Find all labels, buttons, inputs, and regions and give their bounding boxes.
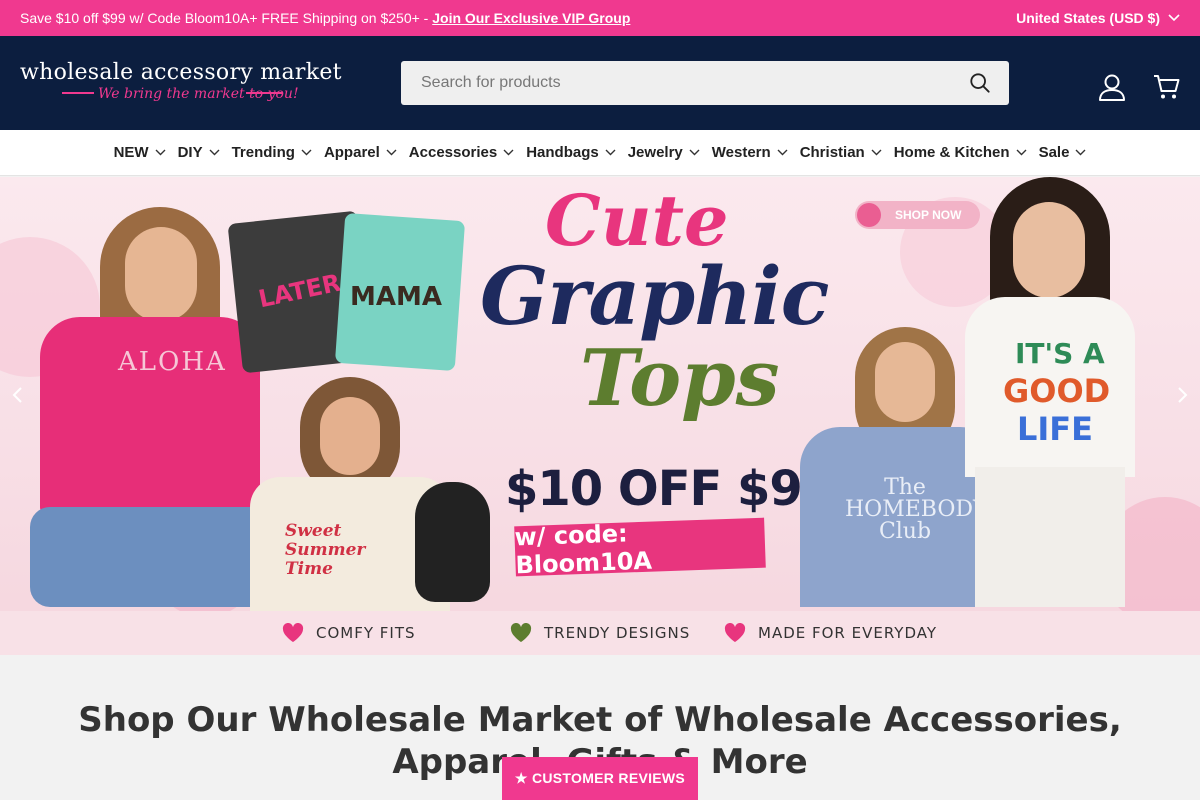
logo-title: wholesale accessory market: [20, 60, 342, 85]
country-selector[interactable]: United States (USD $): [1016, 10, 1180, 26]
tee-aloha-text: ALOHA: [118, 347, 227, 377]
nav-item-label: Sale: [1038, 144, 1070, 161]
feature-trendy: TRENDY DESIGNS: [510, 623, 690, 643]
logo-tagline: We bring the market to you!: [98, 86, 299, 102]
chevron-down-icon: [1075, 149, 1086, 156]
nav-item-label: Jewelry: [627, 144, 683, 161]
nav-item-label: Home & Kitchen: [893, 144, 1010, 161]
tee-good-line2: GOOD: [1003, 372, 1111, 410]
hero-promo-code: w/ code: Bloom10A: [514, 517, 766, 579]
logo-line-left: [62, 92, 94, 94]
announcement-message: Save $10 off $99 w/ Code Bloom10A+ FREE …: [20, 10, 630, 26]
main-nav: NEW DIY Trending Apparel Accessories Han…: [0, 130, 1200, 176]
nav-item-trending[interactable]: Trending: [232, 144, 312, 161]
skirt: [975, 467, 1125, 607]
nav-item-western[interactable]: Western: [712, 144, 788, 161]
nav-item-label: DIY: [177, 144, 203, 161]
chevron-down-icon: [503, 149, 514, 156]
cart-icon: [857, 203, 881, 227]
nav-item-label: NEW: [113, 144, 149, 161]
search-bar: [401, 61, 1009, 105]
nav-item-label: Accessories: [408, 144, 498, 161]
nav-item-apparel[interactable]: Apparel: [324, 144, 397, 161]
feature-label: TRENDY DESIGNS: [544, 624, 691, 642]
cart-icon[interactable]: [1153, 73, 1181, 101]
tee-good-line3: LIFE: [1017, 410, 1094, 448]
nav-item-label: Trending: [231, 144, 295, 161]
feature-comfy: COMFY FITS: [282, 623, 416, 643]
country-label: United States (USD $): [1016, 10, 1160, 26]
model-face: [875, 342, 935, 422]
tee-good-line1: IT'S A: [1015, 337, 1105, 370]
puppy: [415, 482, 490, 602]
hero-feature-strip: COMFY FITS TRENDY DESIGNS MADE FOR EVERY…: [0, 611, 1200, 655]
tee-mama-text: MAMA: [350, 282, 442, 312]
nav-item-handbags[interactable]: Handbags: [526, 144, 616, 161]
nav-item-home-kitchen[interactable]: Home & Kitchen: [894, 144, 1027, 161]
hero-offer: $10 OFF $99: [505, 461, 835, 517]
feature-label: COMFY FITS: [316, 624, 416, 642]
search-icon[interactable]: [969, 72, 991, 94]
hero-title-tops: Tops: [580, 333, 780, 424]
nav-item-label: Western: [711, 144, 771, 161]
announcement-bar: Save $10 off $99 w/ Code Bloom10A+ FREE …: [0, 0, 1200, 36]
tee-homebody-text: The HOMEBODY Club: [845, 475, 988, 544]
nav-item-accessories[interactable]: Accessories: [409, 144, 514, 161]
heart-icon: [282, 623, 304, 642]
shop-now-label: SHOP NOW: [895, 208, 962, 222]
chevron-down-icon: [155, 149, 166, 156]
chevron-down-icon: [871, 149, 882, 156]
chevron-down-icon: [605, 149, 616, 156]
customer-reviews-button[interactable]: ★ CUSTOMER REVIEWS: [502, 757, 698, 800]
model-face: [320, 397, 380, 475]
nav-item-jewelry[interactable]: Jewelry: [628, 144, 700, 161]
vip-group-link[interactable]: Join Our Exclusive VIP Group: [432, 10, 630, 26]
feature-everyday: MADE FOR EVERYDAY: [724, 623, 937, 643]
search-input[interactable]: [401, 61, 1009, 105]
feature-label: MADE FOR EVERYDAY: [758, 624, 938, 642]
model-face: [1013, 202, 1085, 298]
carousel-next-icon[interactable]: [1172, 385, 1192, 405]
site-logo[interactable]: wholesale accessory market We bring the …: [20, 60, 342, 110]
nav-item-label: Apparel: [323, 144, 380, 161]
hero-title-graphic: Graphic: [480, 249, 830, 343]
chevron-down-icon: [1016, 149, 1027, 156]
logo-line-right: [246, 92, 282, 94]
jeans: [30, 507, 270, 607]
nav-item-label: Christian: [799, 144, 865, 161]
chevron-down-icon: [209, 149, 220, 156]
tee-sweet-text: Sweet Summer Time: [285, 521, 366, 579]
chevron-down-icon: [777, 149, 788, 156]
chevron-down-icon: [301, 149, 312, 156]
heart-icon: [724, 623, 746, 642]
shop-now-button[interactable]: SHOP NOW: [855, 201, 980, 229]
chevron-down-icon: [1168, 14, 1180, 22]
nav-item-diy[interactable]: DIY: [178, 144, 220, 161]
chevron-down-icon: [386, 149, 397, 156]
site-header: wholesale accessory market We bring the …: [0, 36, 1200, 130]
hero-banner[interactable]: ALOHA LATER MAMA Sweet Summer Time Cute …: [0, 177, 1200, 655]
model-photo-right: IT'S A GOOD LIFE: [965, 177, 1135, 607]
announcement-text: Save $10 off $99 w/ Code Bloom10A+ FREE …: [20, 10, 433, 26]
chevron-down-icon: [689, 149, 700, 156]
heart-icon: [510, 623, 532, 642]
nav-item-new[interactable]: NEW: [114, 144, 166, 161]
carousel-prev-icon[interactable]: [8, 385, 28, 405]
nav-item-christian[interactable]: Christian: [800, 144, 882, 161]
account-icon[interactable]: [1097, 72, 1127, 102]
model-face: [125, 227, 197, 322]
nav-item-label: Handbags: [526, 144, 599, 161]
nav-item-sale[interactable]: Sale: [1039, 144, 1087, 161]
